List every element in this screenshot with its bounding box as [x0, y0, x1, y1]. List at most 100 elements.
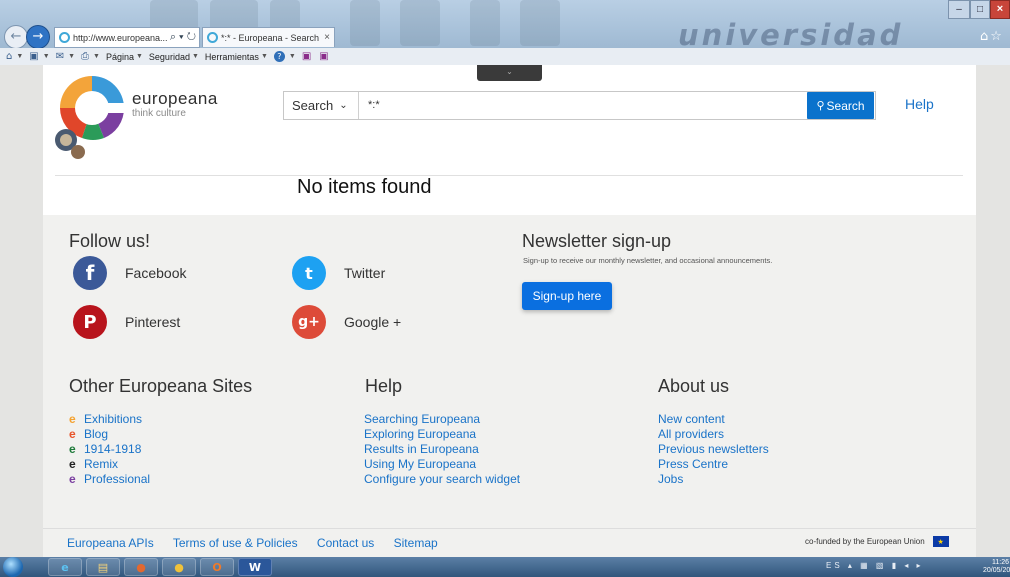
twitter-label: Twitter — [344, 265, 386, 281]
other-site-link[interactable]: Remix — [84, 457, 118, 472]
list-item[interactable]: e Remix — [69, 457, 150, 472]
command-item-onenote[interactable]: ▣ — [302, 51, 313, 62]
page-viewport: ⌄ europeana think culture Search ⌄ *:* ⚲… — [0, 65, 1010, 557]
footer-link-apis[interactable]: Europeana APIs — [67, 536, 154, 550]
command-item-tools[interactable]: Herramientas ▼ — [205, 52, 268, 62]
footer-links: Europeana APIs Terms of use & Policies C… — [67, 536, 454, 550]
browser-tab[interactable]: *:* - Europeana - Search res... × — [202, 27, 335, 47]
googleplus-link[interactable]: g+ Google + — [292, 305, 401, 339]
pinterest-link[interactable]: P Pinterest — [73, 305, 180, 339]
chevron-down-icon: ⌄ — [506, 67, 513, 76]
taskbar-chrome-icon[interactable]: ● — [162, 558, 196, 576]
about-link-item[interactable]: All providers — [658, 427, 769, 442]
list-item[interactable]: e Blog — [69, 427, 150, 442]
mail-icon: ✉ — [55, 51, 65, 62]
arrow-right-icon: → — [32, 29, 44, 44]
other-site-link[interactable]: Professional — [84, 472, 150, 487]
command-item-safety[interactable]: Seguridad ▼ — [149, 52, 199, 62]
other-sites-list: e Exhibitions e Blog e 1914-1918 e Remix e Pr… — [69, 412, 150, 487]
home-icon[interactable]: ⌂ — [980, 29, 990, 44]
newsletter-heading: Newsletter sign-up — [522, 231, 672, 251]
command-item-mail[interactable]: ✉ ▼ — [56, 51, 75, 62]
search-scope-select[interactable]: Search ⌄ — [284, 92, 359, 119]
search-button[interactable]: ⚲ Search — [807, 92, 874, 119]
list-item[interactable]: e Exhibitions — [69, 412, 150, 427]
help-link-item[interactable]: Using My Europeana — [364, 457, 520, 472]
maximize-button[interactable]: □ — [970, 0, 990, 19]
command-item-page[interactable]: Página ▼ — [106, 52, 143, 62]
help-link-item[interactable]: Configure your search widget — [364, 472, 520, 487]
print-icon: ⎙ — [81, 51, 90, 62]
command-item-home[interactable]: ⌂ ▼ — [6, 51, 23, 62]
address-bar[interactable]: http://www.europeana... ⌕ ▾ ↻ — [54, 27, 200, 48]
system-tray[interactable]: ES ▴ ▦ ▧ ▮ ◂ ▸ — [826, 561, 924, 570]
search-icon: ⚲ — [816, 99, 825, 112]
eu-flag-icon: ★ — [932, 536, 949, 547]
list-item[interactable]: e Professional — [69, 472, 150, 487]
command-item-help[interactable]: ? ▼ — [273, 51, 296, 62]
twitter-link[interactable]: t Twitter — [292, 256, 385, 290]
command-bar: ⌂ ▼ ▣ ▼ ✉ ▼ ⎙ ▼ Página ▼ Seguridad ▼ Herramien… — [0, 48, 1010, 66]
browser-right-icons[interactable]: ⌂☆ — [980, 29, 1004, 44]
forward-button[interactable]: → — [26, 25, 50, 49]
titlebar-decoration — [520, 0, 560, 46]
address-tools-icon[interactable]: ⌕ ▾ ↻ — [167, 31, 199, 44]
command-item-feeds[interactable]: ▣ ▼ — [29, 51, 49, 62]
newsletter-signup-button[interactable]: Sign-up here — [522, 282, 612, 310]
facebook-link[interactable]: f Facebook — [73, 256, 186, 290]
europeana-e-icon: e — [69, 412, 76, 426]
pinterest-icon: P — [73, 305, 107, 339]
list-item[interactable]: e 1914-1918 — [69, 442, 150, 457]
taskbar-word-icon[interactable]: W — [238, 558, 272, 576]
europeana-logo-icon[interactable] — [52, 70, 132, 160]
star-icon[interactable]: ☆ — [990, 29, 1004, 44]
arrow-left-icon: ← — [10, 29, 22, 44]
command-item-print[interactable]: ⎙ ▼ — [81, 51, 100, 62]
help-link-item[interactable]: Exploring Europeana — [364, 427, 520, 442]
taskbar-firefox-icon[interactable]: ● — [124, 558, 158, 576]
other-site-link[interactable]: 1914-1918 — [84, 442, 141, 457]
close-window-button[interactable]: × — [990, 0, 1010, 19]
other-site-link[interactable]: Blog — [84, 427, 108, 442]
home-icon: ⌂ — [6, 51, 13, 62]
back-button[interactable]: ← — [4, 25, 28, 49]
about-link-item[interactable]: Previous newsletters — [658, 442, 769, 457]
europeana-e-icon: e — [69, 427, 76, 441]
taskbar: e ▤ ● ● O W ES ▴ ▦ ▧ ▮ ◂ ▸ 11:26 20/05/2… — [0, 557, 1010, 577]
about-link-item[interactable]: Press Centre — [658, 457, 769, 472]
help-link-item[interactable]: Searching Europeana — [364, 412, 520, 427]
help-link[interactable]: Help — [905, 96, 934, 112]
start-button[interactable] — [3, 557, 23, 577]
tab-title: *:* - Europeana - Search res... — [221, 32, 320, 43]
footer-link-terms[interactable]: Terms of use & Policies — [173, 536, 298, 550]
about-link-item[interactable]: New content — [658, 412, 769, 427]
onenote-linked-icon: ▣ — [319, 51, 329, 62]
collapse-header-button[interactable]: ⌄ — [477, 65, 542, 81]
taskbar-ie-icon[interactable]: e — [48, 558, 82, 576]
logo-text[interactable]: europeana think culture — [132, 89, 218, 119]
taskbar-clock[interactable]: 11:26 20/05/2015 — [983, 559, 1010, 575]
footer-link-contact[interactable]: Contact us — [317, 536, 374, 550]
logo-tagline: think culture — [132, 108, 186, 119]
help-link-item[interactable]: Results in Europeana — [364, 442, 520, 457]
command-item-onenote-linked[interactable]: ▣ — [319, 51, 330, 62]
other-sites-heading: Other Europeana Sites — [69, 376, 253, 396]
search-button-label: Search — [826, 98, 865, 113]
about-list: New content All providers Previous newsl… — [658, 412, 769, 487]
titlebar-decoration — [400, 0, 440, 46]
footer-link-sitemap[interactable]: Sitemap — [394, 536, 438, 550]
footer-divider — [43, 528, 976, 529]
googleplus-label: Google + — [344, 314, 402, 330]
search-input[interactable]: *:* — [368, 92, 380, 119]
taskbar-outlook-icon[interactable]: O — [200, 558, 234, 576]
pinterest-label: Pinterest — [125, 314, 181, 330]
minimize-button[interactable]: – — [948, 0, 970, 19]
taskbar-explorer-icon[interactable]: ▤ — [86, 558, 120, 576]
other-site-link[interactable]: Exhibitions — [84, 412, 142, 427]
address-url[interactable]: http://www.europeana... — [73, 33, 167, 43]
page-margin-right — [976, 65, 1010, 557]
tab-close-icon[interactable]: × — [320, 32, 334, 43]
page-header-area — [43, 65, 976, 215]
about-link-item[interactable]: Jobs — [658, 472, 769, 487]
feeds-icon: ▣ — [29, 51, 39, 62]
